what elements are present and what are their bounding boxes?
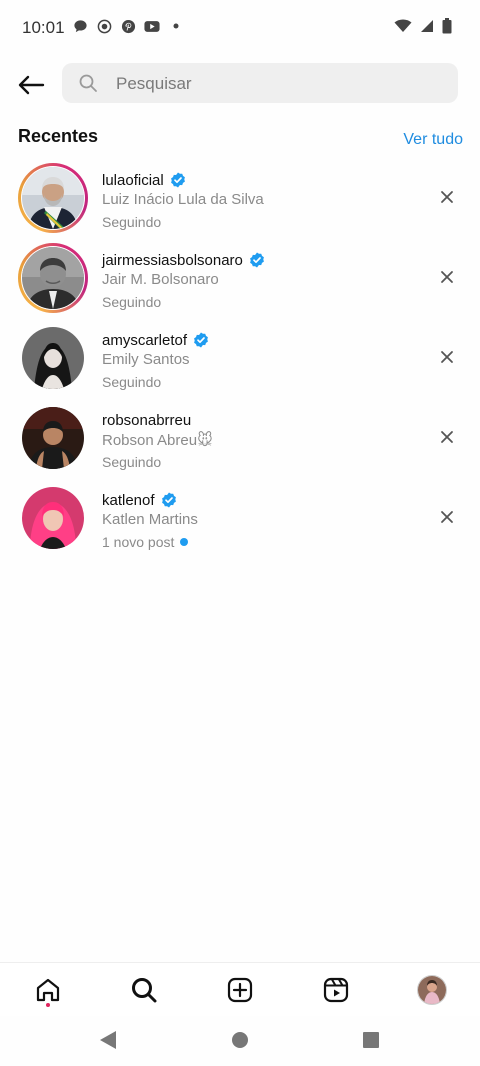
- search-icon: [79, 74, 97, 92]
- status-bar: 10:01: [0, 0, 480, 56]
- notification-icons: [72, 18, 184, 34]
- create-post-icon: [227, 977, 253, 1003]
- username: katlenof: [102, 491, 155, 509]
- dot-icon: [168, 18, 184, 34]
- follow-status-text: Seguindo: [102, 294, 162, 310]
- verified-badge-icon: [170, 172, 185, 188]
- wifi-icon: [394, 19, 412, 38]
- avatar-container[interactable]: [18, 323, 88, 393]
- back-triangle-icon[interactable]: [99, 1030, 117, 1050]
- list-item[interactable]: amyscarletof Emily Santos Seguindo: [0, 318, 480, 398]
- list-item[interactable]: robsonabrreu Robson Abreu🐭 Seguindo: [0, 398, 480, 478]
- story-ring[interactable]: [18, 243, 88, 313]
- reels-icon: [323, 977, 349, 1003]
- avatar: [22, 327, 84, 389]
- list-item[interactable]: lulaoficial Luiz Inácio Lula da Silva Se…: [0, 158, 480, 238]
- follow-status: Seguindo: [102, 452, 213, 472]
- battery-icon: [442, 18, 452, 39]
- avatar-container[interactable]: [18, 403, 88, 473]
- search-bar[interactable]: [62, 63, 458, 105]
- follow-status: Seguindo: [102, 292, 265, 312]
- full-name: Luiz Inácio Lula da Silva: [102, 191, 264, 208]
- remove-close-icon[interactable]: [439, 509, 455, 525]
- remove-close-icon[interactable]: [439, 269, 455, 285]
- new-post-dot: [180, 538, 189, 546]
- nav-profile[interactable]: [417, 975, 447, 1005]
- username: robsonabrreu: [102, 411, 192, 429]
- new-post-text: 1 novo post: [102, 534, 175, 550]
- nav-create[interactable]: [225, 975, 255, 1005]
- remove-close-icon[interactable]: [439, 349, 455, 365]
- system-nav-bar: [0, 1016, 480, 1066]
- remove-close-icon[interactable]: [439, 189, 455, 205]
- signal-icon: [420, 19, 434, 38]
- full-name: Emily Santos: [102, 351, 190, 368]
- see-all-link[interactable]: Ver tudo: [403, 131, 463, 149]
- recents-square-icon[interactable]: [362, 1030, 380, 1050]
- remove-close-icon[interactable]: [439, 429, 455, 445]
- bottom-nav: [0, 962, 480, 1017]
- chat-bubble-icon: [72, 18, 88, 34]
- recent-list: lulaoficial Luiz Inácio Lula da Silva Se…: [0, 158, 480, 558]
- nav-reels[interactable]: [321, 975, 351, 1005]
- back-button[interactable]: [14, 68, 48, 102]
- arrow-left-icon: [18, 75, 45, 95]
- follow-status: Seguindo: [102, 372, 209, 392]
- follow-status-text: Seguindo: [102, 454, 162, 470]
- list-item[interactable]: jairmessiasbolsonaro Jair M. Bolsonaro S…: [0, 238, 480, 318]
- list-item[interactable]: katlenof Katlen Martins 1 novo post: [0, 478, 480, 558]
- youtube-icon: [144, 18, 160, 34]
- story-ring[interactable]: [18, 163, 88, 233]
- full-name: Jair M. Bolsonaro: [102, 271, 219, 288]
- home-notification-dot: [46, 1003, 50, 1007]
- username: jairmessiasbolsonaro: [102, 251, 243, 269]
- status-time: 10:01: [22, 18, 65, 37]
- follow-status-text: Seguindo: [102, 214, 162, 230]
- pinterest-icon: [120, 18, 136, 34]
- verified-badge-icon: [161, 492, 176, 508]
- verified-badge-icon: [194, 332, 208, 348]
- avatar: [22, 407, 84, 469]
- full-name: Robson Abreu🐭: [102, 432, 213, 449]
- username: lulaoficial: [102, 171, 164, 189]
- avatar: [22, 247, 84, 309]
- follow-status: Seguindo: [102, 212, 264, 232]
- avatar: [22, 167, 84, 229]
- avatar-container[interactable]: [18, 483, 88, 553]
- home-circle-icon[interactable]: [231, 1030, 249, 1050]
- avatar: [22, 487, 84, 549]
- follow-status: 1 novo post: [102, 532, 198, 552]
- follow-status-text: Seguindo: [102, 374, 162, 390]
- search-input[interactable]: [114, 63, 448, 105]
- record-icon: [96, 18, 112, 34]
- home-icon: [36, 978, 60, 1002]
- search-icon: [132, 978, 157, 1003]
- verified-badge-icon: [250, 252, 264, 268]
- nav-search[interactable]: [129, 975, 159, 1005]
- system-status-icons: [394, 18, 452, 39]
- username: amyscarletof: [102, 331, 188, 349]
- nav-home[interactable]: [33, 975, 63, 1005]
- recent-section-title: Recentes: [18, 126, 99, 146]
- full-name: Katlen Martins: [102, 511, 198, 528]
- profile-avatar: [417, 975, 447, 1005]
